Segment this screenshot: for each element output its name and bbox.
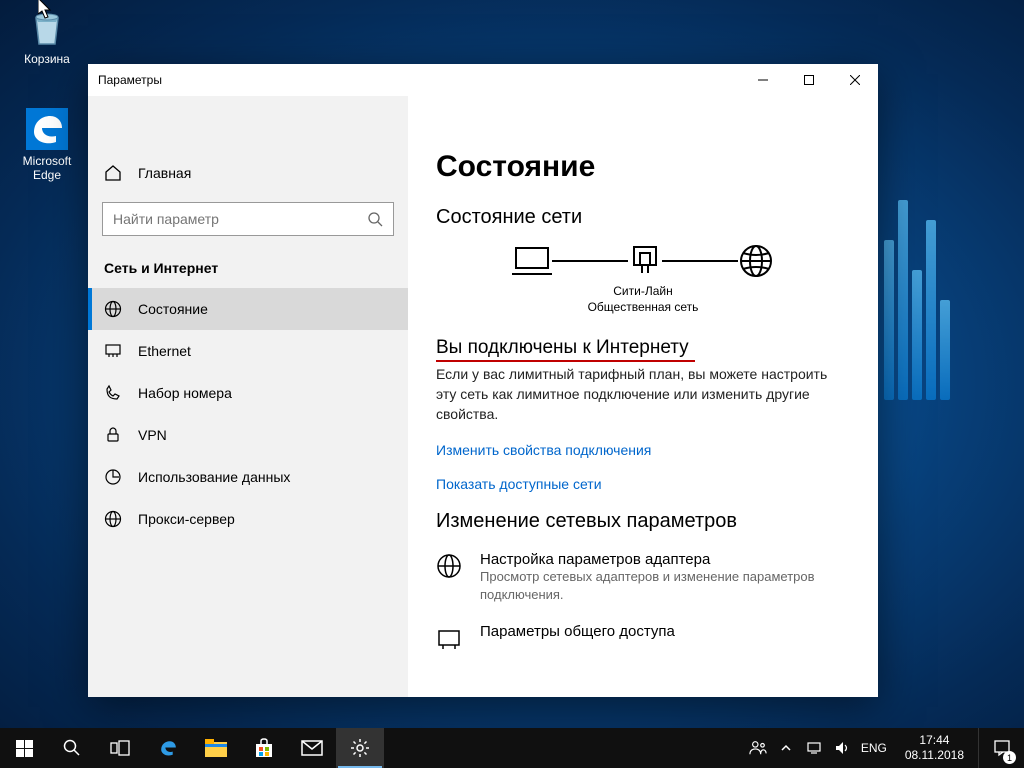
search-icon — [367, 211, 383, 227]
router-icon — [628, 243, 662, 279]
option-title: Настройка параметров адаптера — [480, 551, 850, 568]
nav-item-status[interactable]: Состояние — [88, 288, 408, 330]
network-name: Сити-Лайн — [436, 283, 850, 299]
minimize-button[interactable] — [740, 64, 786, 96]
maximize-button[interactable] — [786, 64, 832, 96]
titlebar[interactable]: Параметры — [88, 64, 878, 96]
settings-content: Состояние Состояние сети Сити-Лайн Общес… — [408, 96, 878, 697]
taskbar-app-settings[interactable] — [336, 728, 384, 768]
taskbar[interactable]: ENG 17:44 08.11.2018 1 — [0, 728, 1024, 768]
option-adapter-settings[interactable]: Настройка параметров адаптера Просмотр с… — [436, 551, 850, 603]
page-subheading: Состояние сети — [436, 206, 850, 229]
network-caption: Сити-Лайн Общественная сеть — [436, 283, 850, 315]
settings-sidebar: Главная Сеть и Интернет Состояние Ethern… — [88, 96, 408, 697]
volume-icon[interactable] — [833, 739, 851, 757]
pc-icon — [512, 244, 552, 278]
nav-label: Состояние — [138, 301, 208, 317]
search-field[interactable] — [113, 211, 367, 227]
wallpaper-highlight — [884, 200, 1024, 400]
window-title: Параметры — [98, 73, 162, 87]
clock-time: 17:44 — [905, 733, 964, 748]
taskbar-app-edge[interactable] — [144, 728, 192, 768]
clock-date: 08.11.2018 — [905, 748, 964, 763]
category-title: Сеть и Интернет — [88, 260, 408, 288]
keyboard-language[interactable]: ENG — [861, 741, 887, 755]
link-change-connection-props[interactable]: Изменить свойства подключения — [436, 442, 850, 458]
taskbar-app-store[interactable] — [240, 728, 288, 768]
settings-window: Параметры Главная Сеть и Интернет Состоя… — [88, 64, 878, 697]
phone-icon — [104, 384, 122, 402]
taskbar-app-explorer[interactable] — [192, 728, 240, 768]
network-type: Общественная сеть — [436, 299, 850, 315]
nav-label: Ethernet — [138, 343, 191, 359]
tray-chevron-up-icon[interactable] — [777, 739, 795, 757]
option-desc: Просмотр сетевых адаптеров и изменение п… — [480, 568, 850, 603]
mouse-cursor — [38, 0, 54, 20]
globe-icon — [104, 300, 122, 318]
edge-icon — [26, 108, 68, 150]
nav-label: Прокси-сервер — [138, 511, 235, 527]
nav-label: Использование данных — [138, 469, 290, 485]
sharing-icon — [436, 623, 466, 651]
desktop-icon-label: Корзина — [10, 52, 84, 66]
system-tray[interactable]: ENG 17:44 08.11.2018 — [743, 728, 978, 768]
change-network-settings-heading: Изменение сетевых параметров — [436, 510, 850, 533]
adapter-icon — [436, 551, 466, 603]
nav-label: Набор номера — [138, 385, 232, 401]
data-usage-icon — [104, 468, 122, 486]
proxy-icon — [104, 510, 122, 528]
nav-item-dialup[interactable]: Набор номера — [88, 372, 408, 414]
search-button[interactable] — [48, 728, 96, 768]
home-icon — [104, 164, 122, 182]
home-label: Главная — [138, 165, 191, 181]
connected-title: Вы подключены к Интернету — [436, 337, 689, 359]
option-sharing-settings[interactable]: Параметры общего доступа — [436, 623, 850, 651]
nav-item-datausage[interactable]: Использование данных — [88, 456, 408, 498]
people-icon[interactable] — [749, 739, 767, 757]
nav-item-proxy[interactable]: Прокси-сервер — [88, 498, 408, 540]
action-center-button[interactable]: 1 — [978, 728, 1024, 768]
taskbar-clock[interactable]: 17:44 08.11.2018 — [897, 733, 972, 763]
desktop-icon-edge[interactable]: Microsoft Edge — [10, 108, 84, 182]
start-button[interactable] — [0, 728, 48, 768]
nav-item-vpn[interactable]: VPN — [88, 414, 408, 456]
option-title: Параметры общего доступа — [480, 623, 675, 640]
link-show-available-networks[interactable]: Показать доступные сети — [436, 476, 850, 492]
connected-description: Если у вас лимитный тарифный план, вы мо… — [436, 365, 850, 424]
home-button[interactable]: Главная — [88, 156, 408, 190]
vpn-icon — [104, 426, 122, 444]
task-view-button[interactable] — [96, 728, 144, 768]
desktop-icon-label: Microsoft Edge — [10, 154, 84, 182]
close-button[interactable] — [832, 64, 878, 96]
network-diagram — [436, 243, 850, 279]
notification-badge: 1 — [1003, 751, 1016, 764]
ethernet-icon — [104, 342, 122, 360]
page-heading: Состояние — [436, 150, 850, 184]
network-icon[interactable] — [805, 739, 823, 757]
taskbar-app-mail[interactable] — [288, 728, 336, 768]
nav-item-ethernet[interactable]: Ethernet — [88, 330, 408, 372]
globe-icon — [738, 243, 774, 279]
nav-label: VPN — [138, 427, 167, 443]
search-input[interactable] — [102, 202, 394, 236]
